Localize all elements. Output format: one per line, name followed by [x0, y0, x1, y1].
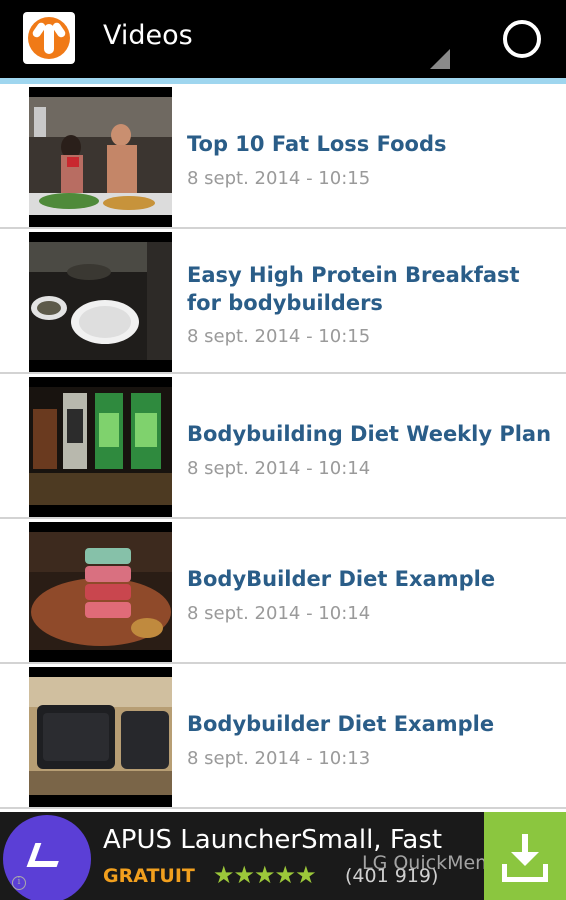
video-thumbnail[interactable]	[29, 522, 172, 662]
ad-rating-stars: ★★★★★	[213, 861, 317, 889]
video-date: 8 sept. 2014 - 10:15	[187, 326, 371, 347]
ad-price: GRATUIT	[103, 865, 195, 887]
video-list-item[interactable]: Top 10 Fat Loss Foods 8 sept. 2014 - 10:…	[0, 84, 566, 229]
video-list[interactable]: Top 10 Fat Loss Foods 8 sept. 2014 - 10:…	[0, 84, 566, 812]
video-list-item[interactable]: Bodybuilding Diet Weekly Plan 8 sept. 20…	[0, 374, 566, 519]
video-list-item[interactable]: Bodybuilder Diet Example 8 sept. 2014 - …	[0, 664, 566, 809]
ad-info-icon[interactable]: i	[12, 876, 26, 890]
app-screen: Videos Top 10 Fat Loss Foods 8 sept. 201…	[0, 0, 566, 900]
video-list-item[interactable]: Easy High Protein Breakfast for bodybuil…	[0, 229, 566, 374]
video-thumbnail[interactable]	[29, 667, 172, 807]
app-logo-icon[interactable]	[23, 12, 75, 64]
video-thumbnail[interactable]	[29, 232, 172, 372]
video-list-item[interactable]: BodyBuilder Diet Example 8 sept. 2014 - …	[0, 519, 566, 664]
video-date: 8 sept. 2014 - 10:13	[187, 748, 371, 769]
video-thumbnail[interactable]	[29, 377, 172, 517]
video-title: Bodybuilding Diet Weekly Plan	[187, 422, 552, 446]
ad-title[interactable]: APUS LauncherSmall, Fast	[103, 825, 442, 855]
refresh-icon[interactable]	[503, 20, 541, 58]
video-title: Easy High Protein Breakfast for bodybuil…	[187, 263, 520, 315]
video-title: Top 10 Fat Loss Foods	[187, 132, 447, 156]
video-date: 8 sept. 2014 - 10:14	[187, 603, 371, 624]
video-title: Bodybuilder Diet Example	[187, 712, 495, 736]
video-title: BodyBuilder Diet Example	[187, 567, 496, 591]
spinner-dropdown-icon[interactable]	[430, 49, 450, 69]
page-title: Videos	[103, 20, 193, 51]
video-date: 8 sept. 2014 - 10:15	[187, 168, 371, 189]
video-date: 8 sept. 2014 - 10:14	[187, 458, 371, 479]
action-bar: Videos	[0, 0, 566, 78]
ad-download-button[interactable]	[484, 812, 566, 900]
video-thumbnail[interactable]	[29, 87, 172, 227]
